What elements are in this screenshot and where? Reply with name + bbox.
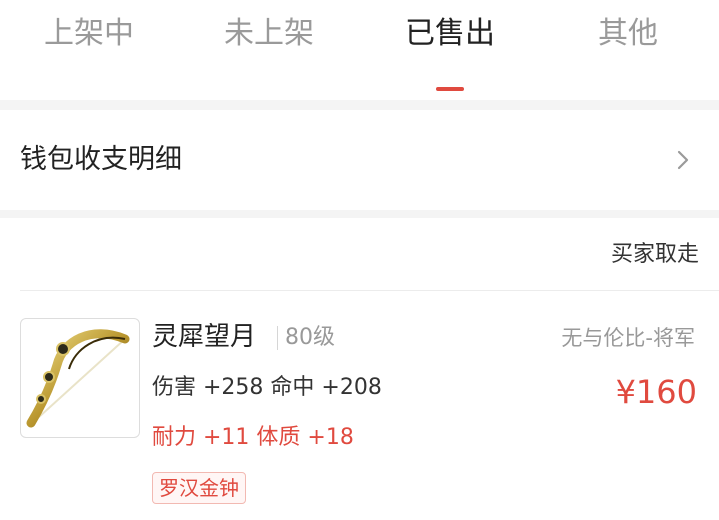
item-name: 灵犀望月 [152,322,257,352]
tab-not-listed[interactable]: 未上架 [199,12,339,62]
item-primary-stats: 伤害 +258 命中 +208 [152,375,382,400]
divider [20,290,719,291]
item-price: ¥160 [615,373,697,411]
item-skill-tag: 罗汉金钟 [152,472,246,504]
item-level: 80级 [285,325,335,350]
chevron-right-icon [677,150,689,170]
item-secondary-stats: 耐力 +11 体质 +18 [152,425,354,450]
seller-name: 无与伦比-将军 [561,326,695,350]
wallet-details-row[interactable]: 钱包收支明细 [0,110,719,210]
tab-bar: 上架中 未上架 已售出 其他 [0,0,719,100]
tab-on-sale[interactable]: 上架中 [19,12,159,62]
wallet-details-label: 钱包收支明细 [20,144,182,175]
tab-sold[interactable]: 已售出 [380,12,520,62]
name-level-separator [277,326,278,350]
tab-other[interactable]: 其他 [558,12,698,62]
item-thumbnail[interactable] [20,318,140,438]
order-status: 买家取走 [610,242,699,267]
active-tab-indicator [436,87,464,91]
sold-item-card[interactable]: 买家取走 灵犀望月 80级 无与伦比-将军 伤害 +258 命中 +208 ¥1… [0,218,719,520]
golden-bow-icon [26,329,130,428]
